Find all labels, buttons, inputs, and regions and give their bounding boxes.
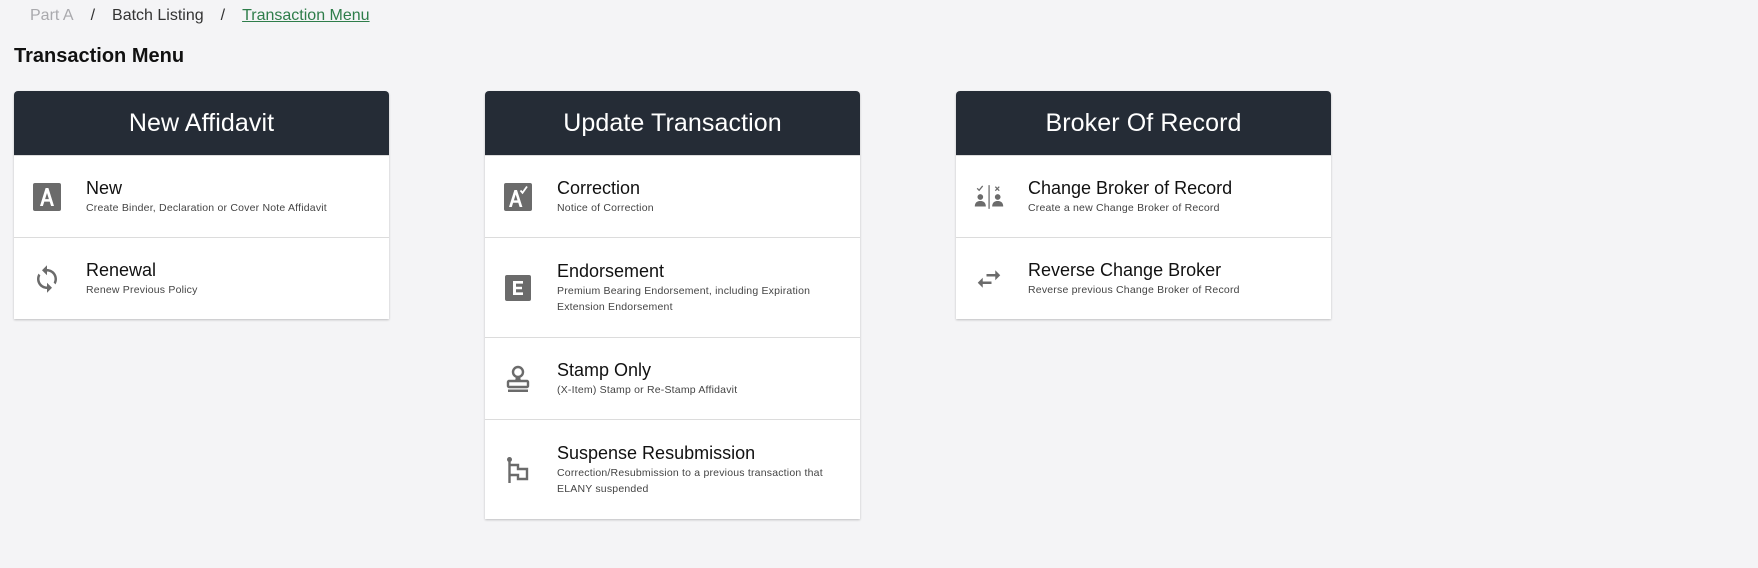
card-header: New Affidavit: [14, 91, 389, 155]
item-description: Create Binder, Declaration or Cover Note…: [86, 202, 327, 214]
card-header: Broker Of Record: [956, 91, 1331, 155]
menu-item-correction[interactable]: Correction Notice of Correction: [485, 155, 860, 237]
swap-arrows-icon: [974, 264, 1004, 294]
menu-item-change-broker-of-record[interactable]: Change Broker of Record Create a new Cha…: [956, 155, 1331, 237]
card-update-transaction: Update Transaction Correction Notice of …: [485, 91, 860, 519]
page-title: Transaction Menu: [14, 45, 185, 67]
breadcrumb: Part A / Batch Listing / Transaction Men…: [30, 6, 370, 26]
item-title: Renewal: [86, 260, 157, 280]
card-header: Update Transaction: [485, 91, 860, 155]
item-description: Create a new Change Broker of Record: [1028, 202, 1220, 214]
account-switch-icon: [974, 182, 1004, 212]
item-title: Correction: [557, 178, 641, 198]
item-title: Change Broker of Record: [1028, 178, 1233, 198]
letter-a-box-icon: [32, 182, 62, 212]
breadcrumb-part-a: Part A: [30, 7, 74, 24]
item-title: Stamp Only: [557, 360, 652, 380]
refresh-icon: [32, 264, 62, 294]
breadcrumb-separator: /: [220, 7, 226, 24]
menu-item-stamp-only[interactable]: Stamp Only (X-Item) Stamp or Re-Stamp Af…: [485, 337, 860, 419]
letter-a-check-icon: [503, 182, 533, 212]
item-title: New: [86, 178, 123, 198]
breadcrumb-separator: /: [90, 7, 96, 24]
menu-item-renewal[interactable]: Renewal Renew Previous Policy: [14, 237, 389, 319]
breadcrumb-transaction-menu[interactable]: Transaction Menu: [242, 7, 369, 25]
menu-item-endorsement[interactable]: Endorsement Premium Bearing Endorsement,…: [485, 237, 860, 337]
item-title: Suspense Resubmission: [557, 443, 756, 463]
item-description: Reverse previous Change Broker of Record: [1028, 284, 1240, 296]
item-description: Renew Previous Policy: [86, 284, 198, 296]
item-description: (X-Item) Stamp or Re-Stamp Affidavit: [557, 384, 738, 396]
stamp-icon: [503, 364, 533, 394]
item-description: Correction/Resubmission to a previous tr…: [557, 467, 823, 495]
menu-item-suspense-resubmission[interactable]: Suspense Resubmission Correction/Resubmi…: [485, 419, 860, 519]
card-broker-of-record: Broker Of Record Change Broker of Record…: [956, 91, 1331, 319]
item-description: Premium Bearing Endorsement, including E…: [557, 285, 811, 313]
letter-e-box-icon: [503, 273, 533, 303]
item-title: Reverse Change Broker: [1028, 260, 1222, 280]
breadcrumb-batch-listing[interactable]: Batch Listing: [112, 7, 204, 25]
card-new-affidavit: New Affidavit New Create Binder, Declara…: [14, 91, 389, 319]
item-title: Endorsement: [557, 261, 665, 281]
item-description: Notice of Correction: [557, 202, 654, 214]
flag-icon: [503, 455, 533, 485]
menu-item-new[interactable]: New Create Binder, Declaration or Cover …: [14, 155, 389, 237]
menu-item-reverse-change-broker[interactable]: Reverse Change Broker Reverse previous C…: [956, 237, 1331, 319]
